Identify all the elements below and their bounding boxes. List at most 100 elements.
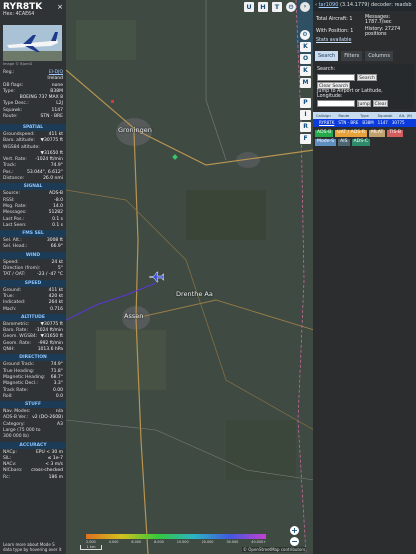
- toggle-f-button[interactable]: F: [300, 134, 311, 144]
- toggle-o-button[interactable]: O: [300, 54, 311, 64]
- aircraft-photo[interactable]: [3, 25, 62, 61]
- field-label: Type:: [3, 88, 15, 94]
- detail-row: 300 000 lb): [0, 434, 66, 440]
- panel-tabs: Search Filters Columns: [315, 51, 396, 61]
- row-callsign[interactable]: RYR8TK: [319, 119, 334, 127]
- field-label: Sel. Head.:: [3, 244, 28, 250]
- search-area: Search: Search Clear Search Jump to Airp…: [315, 64, 414, 109]
- toggle-sidebar-button[interactable]: ›: [300, 2, 310, 12]
- field-value: 186 m: [48, 474, 63, 480]
- row-route: STN - BRE: [338, 120, 359, 125]
- with-position: With Position: 1: [316, 29, 354, 34]
- tar1090-link[interactable]: tar1090: [319, 2, 339, 8]
- map-view[interactable]: Groningen Assen Drenthe Aa U H T ⚙ + − 2…: [66, 0, 314, 554]
- toggle-t-button[interactable]: T: [272, 2, 282, 12]
- toggle-k-button[interactable]: K: [300, 42, 311, 52]
- field-value: 0.1 s: [52, 222, 63, 228]
- detail-row: Rc: 186 m: [0, 475, 66, 481]
- scale-tick: 2.000: [86, 540, 96, 544]
- field-label: Reg.:: [3, 70, 15, 75]
- close-icon: ×: [57, 3, 63, 11]
- field-value: ▼30775 ft: [40, 138, 63, 144]
- field-value: 0.716: [50, 306, 63, 312]
- section-header: SPATIAL: [0, 124, 66, 131]
- tab-search[interactable]: Search: [315, 51, 339, 61]
- clear-jump-button[interactable]: Clear: [373, 100, 388, 107]
- altitude-color-scale: [86, 534, 266, 539]
- map-scale-bar: 1 km: [80, 545, 102, 550]
- scale-tick: 6.000: [131, 540, 142, 544]
- section-header: FMS SEL: [0, 230, 66, 238]
- toggle-k2-button[interactable]: K: [300, 66, 311, 76]
- source-legend: ADS-B UAT / ADS-R MLAT TIS-B: [315, 130, 405, 137]
- source-legend-2: Mode-S AIS ADS-C: [315, 139, 372, 146]
- jump-label-2: Longitude:: [317, 94, 343, 99]
- toggle-r-button[interactable]: R: [300, 122, 311, 132]
- aircraft-details-panel: RYR8TK × Hex: 4CAE64 Image © BjornD Reg.…: [0, 0, 66, 554]
- table-row[interactable]: RYR8TK STN - BRE B38M 1147 30775: [313, 119, 416, 127]
- toggle-i-button[interactable]: I: [300, 110, 311, 120]
- jump-input[interactable]: [317, 100, 355, 107]
- legend-uat-adsr: UAT / ADS-R: [335, 130, 368, 137]
- zoom-out-button[interactable]: −: [290, 537, 299, 546]
- col-altitude[interactable]: Alt. (ft): [395, 112, 416, 119]
- clear-search-button[interactable]: Clear Search: [317, 82, 350, 89]
- search-label: Search:: [317, 67, 336, 72]
- field-label: Mach:: [3, 306, 17, 312]
- search-input[interactable]: [317, 74, 355, 81]
- detail-row: Sel. Head.: 66.9°: [0, 244, 66, 250]
- scale-tick: 10.000: [176, 540, 189, 544]
- toggle-m-button[interactable]: M: [300, 78, 311, 88]
- version-header: ‹ tar1090 (3.14.1779) decoder: readsb: [313, 0, 416, 11]
- chevron-right-icon: ›: [303, 3, 307, 10]
- section-header: ALTITUDE: [0, 313, 66, 321]
- jump-button[interactable]: Jump: [357, 100, 371, 107]
- aircraft-table-header: Callsign Route Type Squawk Alt. (ft): [313, 112, 416, 119]
- scale-tick: 4.000: [108, 540, 119, 544]
- col-squawk[interactable]: Squawk: [375, 112, 396, 119]
- detail-row: Roll: 0.0: [0, 394, 66, 400]
- history-unit: positions: [365, 32, 387, 37]
- legend-modes: Mode-S: [315, 139, 337, 146]
- tab-filters[interactable]: Filters: [341, 51, 363, 61]
- toggle-u-button[interactable]: U: [244, 2, 254, 12]
- col-route[interactable]: Route: [334, 112, 355, 119]
- scale-tick: 8.000: [154, 540, 164, 544]
- aircraft-detail-sections: SPATIAL Groundspeed: 411 kt Baro. altitude:…: [0, 123, 66, 481]
- legend-adsb: ADS-B: [315, 130, 334, 137]
- aircraft-marker-ryr8tk[interactable]: [148, 271, 164, 283]
- field-value: 66.9°: [50, 244, 63, 250]
- detail-row: Last Seen: 0.1 s: [0, 223, 66, 229]
- aircraft-list-panel: ‹ tar1090 (3.14.1779) decoder: readsb To…: [313, 0, 416, 554]
- scale-tick: 30.000: [226, 540, 239, 544]
- zoom-in-button[interactable]: +: [290, 526, 299, 535]
- photo-credit: Image © BjornD: [3, 62, 33, 66]
- close-details-button[interactable]: ×: [57, 3, 63, 11]
- field-value: 1013.6 hPa: [37, 347, 63, 353]
- detail-row: TAT / OAT: -23 / -47 °C: [0, 272, 66, 278]
- field-value: -23 / -47 °C: [37, 272, 63, 278]
- field-label: Route:: [3, 114, 18, 120]
- tab-columns[interactable]: Columns: [365, 51, 393, 61]
- legend-adsc: ADS-C: [351, 139, 370, 146]
- total-aircraft: Total Aircraft: 1: [316, 17, 353, 22]
- altitude-scale-ticks: 2.000 4.000 6.000 8.000 10.000 20.000 30…: [86, 540, 266, 544]
- stats-link[interactable]: Stats available: [316, 38, 351, 44]
- field-label: Rc:: [3, 474, 11, 480]
- version-text: (3.14.1779) decoder: readsb: [340, 2, 412, 8]
- settings-gear-button[interactable]: ⚙: [286, 2, 296, 12]
- toggle-h-button[interactable]: H: [258, 2, 268, 12]
- settings-button[interactable]: ⚙: [300, 30, 310, 40]
- aircraft-hex: Hex: 4CAE64: [3, 12, 35, 17]
- col-callsign[interactable]: Callsign: [313, 112, 334, 119]
- chevron-left-icon[interactable]: ‹: [315, 2, 317, 8]
- scale-tick: 40.000+: [251, 540, 266, 544]
- field-value: A3: [57, 421, 63, 427]
- toggle-p-button[interactable]: P: [300, 98, 311, 108]
- receiver-marker: [111, 100, 114, 103]
- aircraft-info-rows: Reg.: EI-DJQ Ireland DB flags: none Type: B38M…: [0, 70, 66, 120]
- search-button[interactable]: Search: [357, 74, 377, 81]
- field-value: 0.0: [55, 393, 63, 399]
- col-type[interactable]: Type: [354, 112, 375, 119]
- info-row: Route: STN - BRE: [0, 114, 66, 120]
